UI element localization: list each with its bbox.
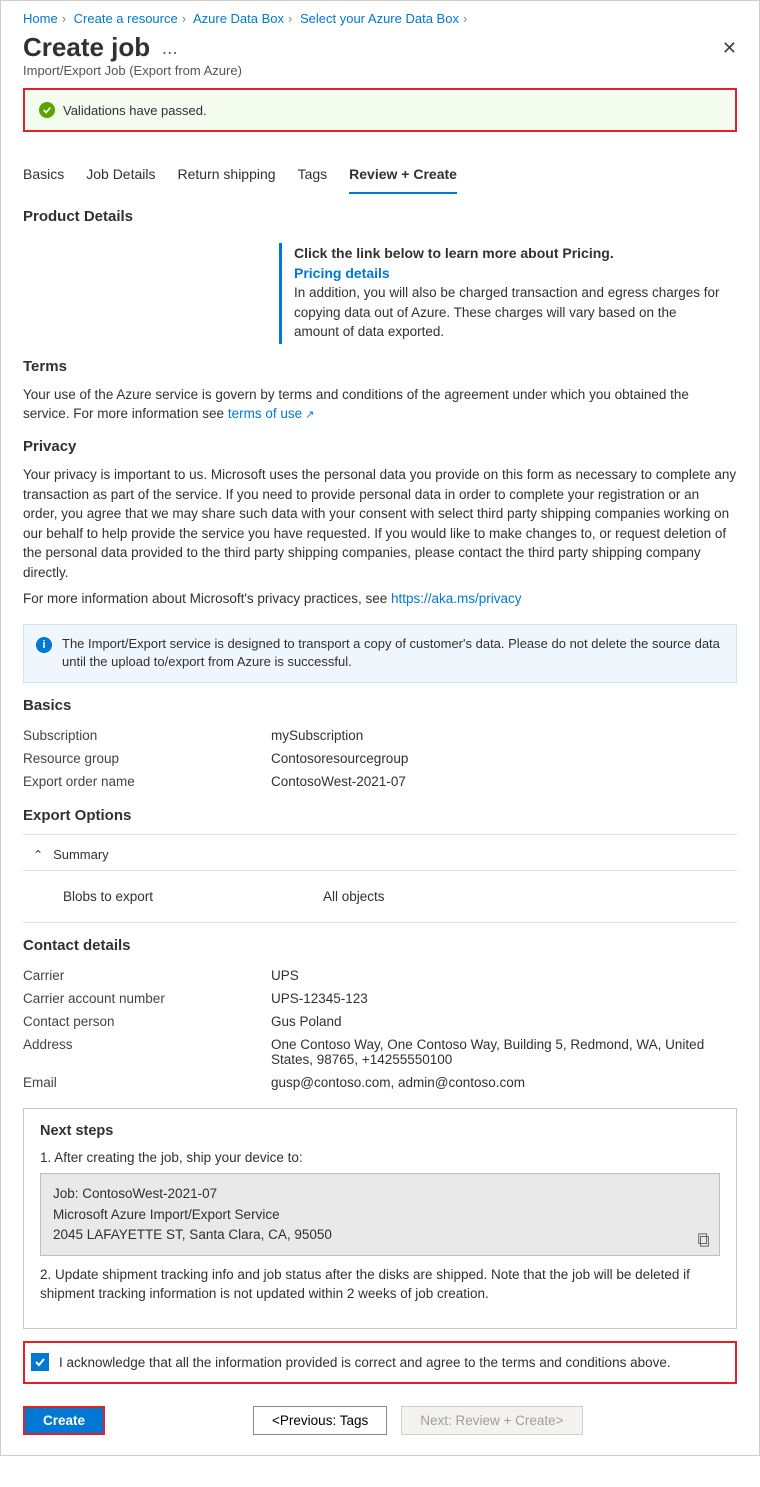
breadcrumb-create-resource[interactable]: Create a resource [74,11,178,26]
summary-toggle[interactable]: ⌄ Summary [23,834,737,871]
breadcrumb-select-data-box[interactable]: Select your Azure Data Box [300,11,459,26]
validation-banner: Validations have passed. [23,88,737,132]
carrier-value: UPS [271,968,737,983]
email-label: Email [23,1075,271,1090]
export-options-heading: Export Options [23,807,737,824]
email-value: gusp@contoso.com, admin@contoso.com [271,1075,737,1090]
create-button[interactable]: Create [23,1406,105,1435]
privacy-link[interactable]: https://aka.ms/privacy [391,591,522,606]
pricing-heading: Click the link below to learn more about… [294,245,725,261]
copy-icon[interactable] [697,1233,711,1247]
kv-export-order: Export order name ContosoWest-2021-07 [23,770,737,793]
resource-group-value: Contosoresourcegroup [271,751,737,766]
chevron-up-icon: ⌄ [33,847,43,861]
pricing-block: Click the link below to learn more about… [279,243,737,344]
shipping-address-box: Job: ContosoWest-2021-07 Microsoft Azure… [40,1173,720,1256]
privacy-heading: Privacy [23,438,737,455]
validation-text: Validations have passed. [63,103,207,118]
carrier-account-value: UPS-12345-123 [271,991,737,1006]
info-icon: i [36,637,52,653]
product-details-heading: Product Details [23,208,737,225]
export-order-label: Export order name [23,774,271,789]
contact-details-heading: Contact details [23,937,737,954]
blobs-value: All objects [323,889,385,904]
breadcrumb-azure-data-box[interactable]: Azure Data Box [193,11,284,26]
next-steps-box: Next steps 1. After creating the job, sh… [23,1108,737,1329]
kv-resource-group: Resource group Contosoresourcegroup [23,747,737,770]
resource-group-label: Resource group [23,751,271,766]
acknowledge-row[interactable]: I acknowledge that all the information p… [23,1341,737,1385]
next-steps-heading: Next steps [40,1123,720,1139]
subscription-label: Subscription [23,728,271,743]
privacy-text: Your privacy is important to us. Microso… [23,465,737,582]
acknowledge-label: I acknowledge that all the information p… [59,1353,671,1373]
page-title: Create job [23,32,150,62]
next-button: Next: Review + Create> [401,1406,582,1435]
breadcrumb-home[interactable]: Home [23,11,58,26]
more-icon[interactable]: ⋯ [162,45,178,62]
export-order-value: ContosoWest-2021-07 [271,774,737,789]
tab-tags[interactable]: Tags [298,160,328,194]
address-value: One Contoso Way, One Contoso Way, Buildi… [271,1037,737,1067]
tab-job-details[interactable]: Job Details [86,160,155,194]
close-icon[interactable]: ✕ [722,32,737,59]
previous-button[interactable]: <Previous: Tags [253,1406,387,1435]
pricing-description: In addition, you will also be charged tr… [294,283,725,342]
address-label: Address [23,1037,271,1067]
contact-person-label: Contact person [23,1014,271,1029]
ship-line-2: Microsoft Azure Import/Export Service [53,1205,707,1225]
carrier-label: Carrier [23,968,271,983]
pricing-details-link[interactable]: Pricing details [294,265,725,281]
ship-line-3: 2045 LAFAYETTE ST, Santa Clara, CA, 9505… [53,1225,707,1245]
page-subtitle: Import/Export Job (Export from Azure) [23,63,737,78]
summary-label: Summary [53,847,109,862]
subscription-value: mySubscription [271,728,737,743]
breadcrumb: Home› Create a resource› Azure Data Box›… [23,11,737,32]
tabs: Basics Job Details Return shipping Tags … [23,160,737,194]
carrier-account-label: Carrier account number [23,991,271,1006]
basics-heading: Basics [23,697,737,714]
terms-body: Your use of the Azure service is govern … [23,387,689,422]
kv-blobs: Blobs to export All objects [23,871,737,923]
next-step-2: 2. Update shipment tracking info and job… [40,1266,720,1304]
check-icon [39,102,55,118]
tab-review-create[interactable]: Review + Create [349,160,457,194]
info-banner-text: The Import/Export service is designed to… [62,635,724,671]
footer-buttons: Create <Previous: Tags Next: Review + Cr… [23,1406,737,1435]
terms-of-use-link[interactable]: terms of use [228,406,315,421]
acknowledge-checkbox[interactable] [31,1353,49,1371]
next-step-1: 1. After creating the job, ship your dev… [40,1149,720,1168]
tab-return-shipping[interactable]: Return shipping [178,160,276,194]
blobs-label: Blobs to export [63,889,323,904]
terms-heading: Terms [23,358,737,375]
info-banner: i The Import/Export service is designed … [23,624,737,682]
contact-person-value: Gus Poland [271,1014,737,1029]
kv-subscription: Subscription mySubscription [23,724,737,747]
privacy-more-prefix: For more information about Microsoft's p… [23,591,391,606]
tab-basics[interactable]: Basics [23,160,64,194]
ship-line-1: Job: ContosoWest-2021-07 [53,1184,707,1204]
privacy-more: For more information about Microsoft's p… [23,589,737,609]
terms-text: Your use of the Azure service is govern … [23,385,737,425]
